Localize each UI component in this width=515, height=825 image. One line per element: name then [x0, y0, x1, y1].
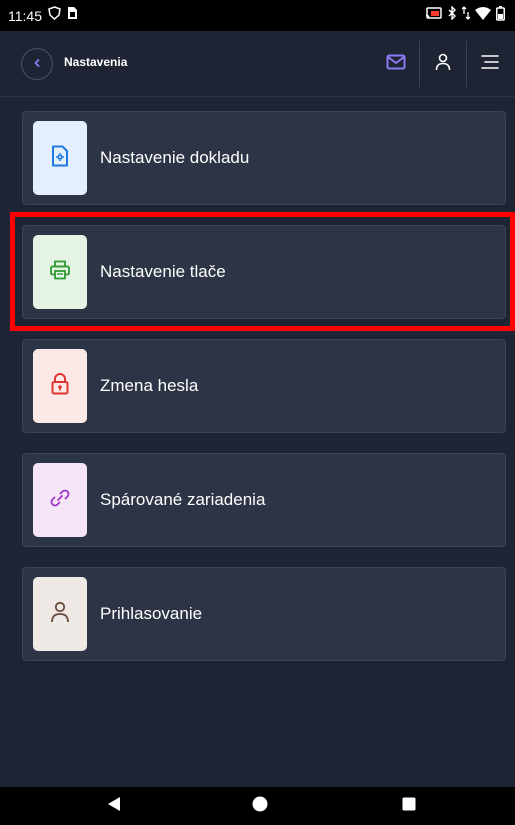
menu-item-paired-devices[interactable]: Spárované zariadenia [22, 453, 506, 547]
lock-icon [50, 372, 70, 400]
status-left: 11:45 [8, 6, 78, 25]
menu-icon-box [33, 577, 87, 651]
data-transfer-icon [461, 6, 471, 25]
menu-icon [481, 54, 499, 75]
menu-item-document-settings[interactable]: Nastavenie dokladu [22, 111, 506, 205]
menu-item-label: Nastavenie tlače [100, 262, 226, 281]
menu-icon-box [33, 235, 87, 309]
battery-icon [496, 5, 505, 26]
menu-item-print-settings[interactable]: Nastavenie tlače [22, 225, 506, 319]
link-icon [49, 487, 71, 514]
menu-item-label: Prihlasovanie [100, 604, 203, 623]
status-right [425, 5, 505, 26]
nav-back-button[interactable] [94, 787, 134, 825]
mail-icon [386, 54, 406, 75]
status-bar: 11:45 [0, 0, 515, 31]
vpn-shield-icon [48, 6, 61, 25]
nav-home-button[interactable] [240, 787, 280, 825]
menu-item-login[interactable]: Prihlasovanie [22, 567, 506, 661]
user-icon [435, 53, 451, 76]
home-circle-icon [252, 796, 268, 817]
sim-card-icon [67, 6, 78, 25]
wifi-icon [475, 6, 491, 25]
menu-item-label: Nastavenie dokladu [100, 148, 250, 167]
profile-button[interactable] [423, 44, 463, 84]
user-icon [50, 601, 70, 628]
menu-icon-box [33, 463, 87, 537]
bluetooth-icon [447, 5, 457, 25]
menu-icon-box [33, 121, 87, 195]
nav-recents-button[interactable] [389, 787, 429, 825]
recents-square-icon [402, 797, 416, 816]
menu-icon-box [33, 349, 87, 423]
back-triangle-icon [107, 796, 121, 817]
status-time: 11:45 [8, 7, 42, 24]
menu-item-label: Spárované zariadenia [100, 490, 266, 509]
menu-item-label: Zmena hesla [100, 376, 199, 395]
app-header: Nastavenia [0, 31, 515, 97]
back-button[interactable] [21, 48, 53, 80]
page-title: Nastavenia [64, 55, 128, 69]
chevron-left-icon [32, 55, 42, 73]
cast-icon [425, 6, 442, 25]
system-nav-bar [0, 787, 515, 825]
menu-item-change-password[interactable]: Zmena hesla [22, 339, 506, 433]
document-settings-icon [50, 145, 70, 172]
header-divider [419, 41, 420, 87]
mail-button[interactable] [376, 44, 416, 84]
printer-icon [49, 260, 71, 285]
menu-button[interactable] [470, 44, 510, 84]
header-divider [466, 41, 467, 87]
